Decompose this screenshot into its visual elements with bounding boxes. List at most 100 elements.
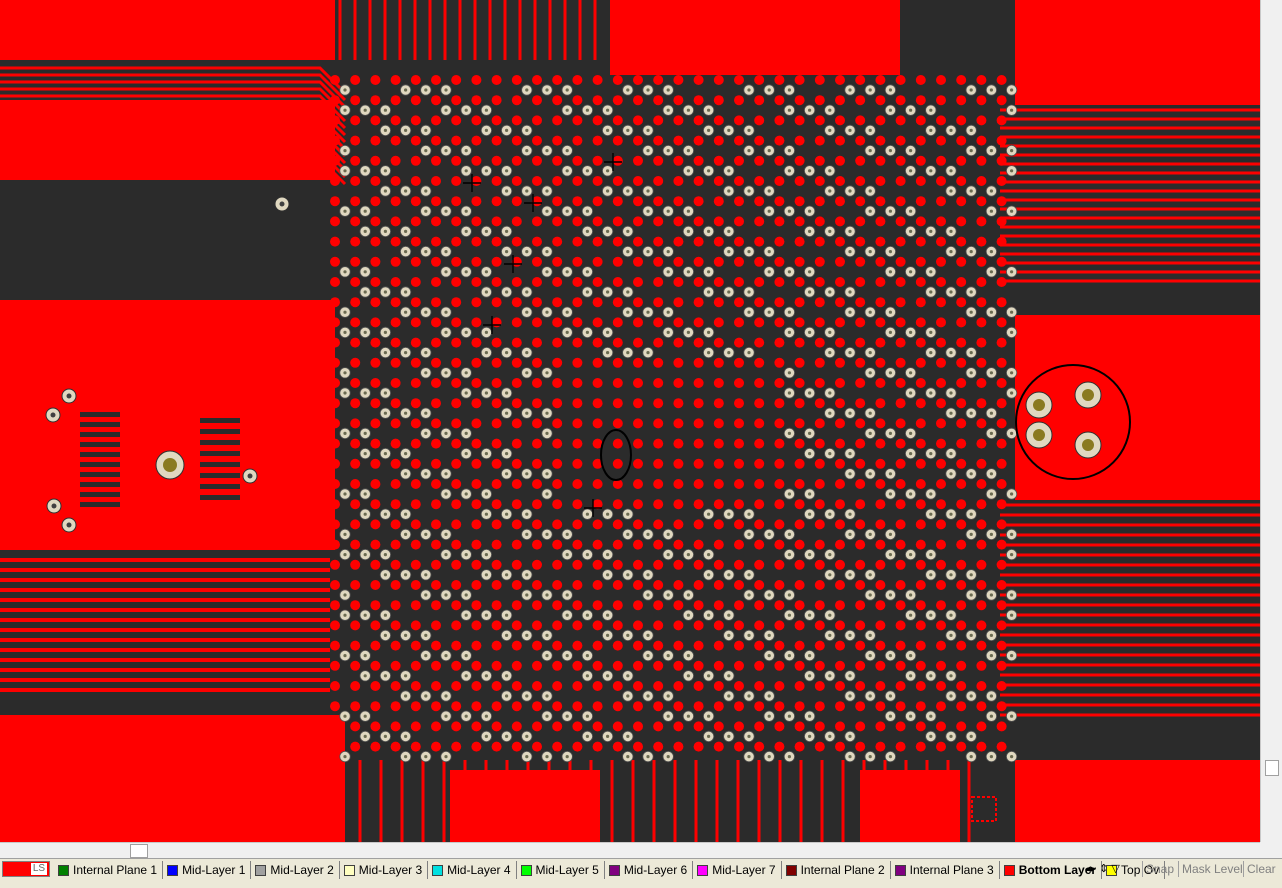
via-drill <box>787 654 792 658</box>
via-drill <box>606 128 610 132</box>
via-drill <box>909 209 913 213</box>
bga-pad <box>673 620 684 631</box>
via-drill <box>727 573 731 577</box>
clear-button[interactable]: Clear <box>1243 861 1279 877</box>
layer-tab-mid-layer-3[interactable]: Mid-Layer 3 <box>340 861 429 879</box>
bga-pad <box>431 216 441 227</box>
bga-pad <box>431 559 441 570</box>
bga-pad <box>552 741 563 752</box>
via-drill <box>424 149 428 153</box>
layer-tab-label: Mid-Layer 1 <box>182 863 246 877</box>
via-drill <box>969 88 973 92</box>
layer-tab-mid-layer-6[interactable]: Mid-Layer 6 <box>605 861 694 879</box>
mask-level-button[interactable]: Mask Level <box>1178 861 1246 877</box>
layer-tab-internal-plane-3[interactable]: Internal Plane 3 <box>891 861 1000 879</box>
via-drill <box>606 351 610 355</box>
pcb-canvas[interactable] <box>0 0 1260 842</box>
via-drill <box>707 573 711 577</box>
bga-pad <box>572 438 583 449</box>
bga-pad <box>875 75 886 85</box>
bga-pad <box>976 277 987 287</box>
pin-gap <box>200 495 240 500</box>
bga-pad <box>633 75 643 85</box>
bga-pad <box>612 660 623 671</box>
via-drill <box>949 169 953 173</box>
layer-tab-internal-plane-1[interactable]: Internal Plane 1 <box>54 861 164 879</box>
via-drill <box>686 553 691 557</box>
via-drill <box>909 593 913 597</box>
bga-pad <box>956 176 967 186</box>
bga-pad <box>633 135 643 146</box>
via-drill <box>969 351 973 355</box>
vertical-scroll-thumb[interactable] <box>1265 760 1279 776</box>
layer-color-swatch <box>520 864 532 876</box>
via-drill <box>787 169 792 173</box>
via-drill <box>606 573 610 577</box>
via-drill <box>626 633 630 638</box>
bga-pad <box>875 176 886 186</box>
bga-pad <box>673 479 684 489</box>
bga-pad <box>956 438 967 449</box>
bga-pad <box>511 620 522 631</box>
layer-set-button[interactable]: LS <box>2 861 50 877</box>
via-drill <box>828 391 832 395</box>
bga-pad <box>794 458 805 469</box>
bga-pad <box>471 176 482 186</box>
via-drill <box>747 290 751 294</box>
snap-button[interactable]: Snap <box>1142 861 1177 877</box>
bga-pad <box>451 277 462 287</box>
layer-tab-mid-layer-4[interactable]: Mid-Layer 4 <box>428 861 517 879</box>
via-drill <box>909 492 913 496</box>
bga-pad <box>976 539 987 550</box>
vertical-scrollbar[interactable] <box>1260 0 1282 842</box>
layer-tab-internal-plane-2[interactable]: Internal Plane 2 <box>782 861 891 879</box>
via-drill <box>484 553 488 557</box>
via-drill <box>464 169 468 173</box>
bga-pad <box>532 499 542 510</box>
horizontal-scrollbar[interactable] <box>0 842 1260 858</box>
bga-pad <box>713 216 724 227</box>
layer-nav-arrows-icon[interactable]: ◂▸ ⇕ ▽ <box>1085 862 1120 875</box>
bga-pad <box>875 95 886 106</box>
via-drill <box>989 250 994 254</box>
bga-pad <box>633 95 643 106</box>
bga-pad <box>431 297 441 308</box>
layer-tab-mid-layer-7[interactable]: Mid-Layer 7 <box>693 861 782 879</box>
pcb-board-svg[interactable] <box>0 0 1260 842</box>
horizontal-scroll-thumb[interactable] <box>130 844 148 858</box>
via-drill <box>1082 389 1094 401</box>
via-drill <box>424 755 428 759</box>
bga-pad <box>633 438 643 449</box>
via-drill <box>404 88 408 92</box>
via-drill <box>787 613 792 617</box>
layer-tab-mid-layer-1[interactable]: Mid-Layer 1 <box>163 861 252 879</box>
bga-pad <box>471 216 482 227</box>
layer-tab-mid-layer-2[interactable]: Mid-Layer 2 <box>251 861 340 879</box>
bga-pad <box>592 640 603 651</box>
via-drill <box>888 108 893 112</box>
bga-pad <box>855 701 866 712</box>
bga-pad <box>350 115 361 126</box>
bga-pad <box>875 660 886 671</box>
layer-tab-mid-layer-5[interactable]: Mid-Layer 5 <box>517 861 605 879</box>
bga-pad <box>653 337 664 348</box>
via-drill <box>929 452 933 456</box>
bga-pad <box>794 155 805 166</box>
bga-pad <box>996 600 1007 611</box>
via-drill <box>505 189 509 193</box>
bga-pad <box>835 741 845 752</box>
bga-pad <box>370 418 381 429</box>
bga-pad <box>471 277 482 287</box>
bga-pad <box>774 418 785 429</box>
bga-pad <box>451 155 462 166</box>
bga-pad <box>572 317 583 328</box>
bga-pad <box>350 559 361 570</box>
bga-pad <box>532 741 542 752</box>
bga-pad <box>875 155 886 166</box>
bga-pad <box>451 438 462 449</box>
bga-pad <box>592 95 603 106</box>
bga-pad <box>330 135 340 146</box>
via-drill <box>1010 431 1014 435</box>
via-drill <box>686 209 691 213</box>
bga-pad <box>895 681 906 691</box>
